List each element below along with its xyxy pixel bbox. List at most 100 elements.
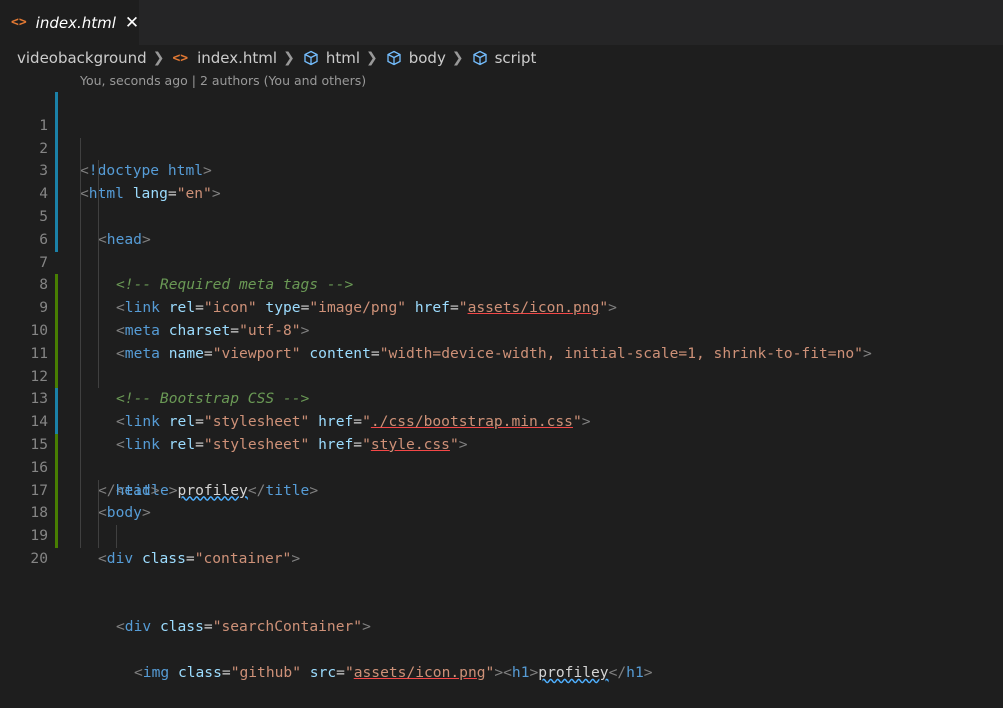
token: = xyxy=(336,663,345,681)
token: img xyxy=(142,663,170,681)
code-line: 9 <!-- Bootstrap CSS --> xyxy=(0,274,1003,407)
token: div xyxy=(106,549,134,567)
indent-guide xyxy=(80,319,81,343)
breadcrumb: videobackground ❯ <> index.html ❯ html ❯… xyxy=(0,45,1003,71)
cube-icon xyxy=(472,50,487,66)
indent-guide xyxy=(80,274,81,298)
token: > xyxy=(529,663,539,681)
breadcrumb-item-html[interactable]: html xyxy=(326,49,360,67)
tab-index-html[interactable]: <> index.html ✕ xyxy=(0,0,139,45)
breadcrumb-item-folder[interactable]: videobackground xyxy=(17,49,147,67)
code-line: 10 <link rel="stylesheet" href="./css/bo… xyxy=(0,297,1003,430)
token: = xyxy=(221,663,231,681)
modified-line-marker xyxy=(55,183,58,206)
indent-guide xyxy=(80,342,81,366)
token: " xyxy=(344,663,354,681)
added-line-marker xyxy=(55,342,58,366)
added-line-marker xyxy=(55,365,58,389)
indent-guide xyxy=(98,319,99,343)
token: < xyxy=(98,549,107,567)
token: profiley xyxy=(538,663,609,681)
code-line: 3 <head> xyxy=(0,137,1003,248)
indent-guide xyxy=(98,205,99,229)
indent-guide xyxy=(80,479,81,503)
indent-guide xyxy=(80,388,81,412)
breadcrumb-item-script[interactable]: script xyxy=(495,49,537,67)
indent-guide xyxy=(98,525,99,548)
indent-guide xyxy=(98,479,99,503)
code-line: 6 <meta charset="utf-8"> xyxy=(0,205,1003,339)
indent-guide xyxy=(98,342,99,366)
token: < xyxy=(116,618,125,636)
close-icon[interactable]: ✕ xyxy=(125,13,139,33)
indent-guide xyxy=(98,251,99,275)
cube-icon xyxy=(304,50,318,66)
indent-guide xyxy=(80,228,81,252)
indent-guide xyxy=(80,297,81,320)
git-blame-codelens[interactable]: You, seconds ago | 2 authors (You and ot… xyxy=(80,73,366,88)
modified-line-marker xyxy=(55,388,58,412)
token: < xyxy=(503,663,512,681)
token: </ xyxy=(608,663,627,681)
indent-guide xyxy=(80,251,81,275)
token: "searchContainer" xyxy=(212,618,363,636)
code-line: 20 <img class="github" src="assets/icon.… xyxy=(0,525,1003,681)
code-line: 11 <link rel="stylesheet" href="style.cs… xyxy=(0,319,1003,453)
breadcrumb-item-body[interactable]: body xyxy=(409,49,446,67)
token: h1 xyxy=(511,663,530,681)
code-line: 1 <!doctype html> xyxy=(0,92,1003,179)
token: = xyxy=(185,549,195,567)
token: > xyxy=(291,549,301,567)
indent-guide xyxy=(98,274,99,298)
link-token[interactable]: assets/icon.png xyxy=(354,664,486,681)
indent-guide xyxy=(80,525,81,548)
code-line: 5 <link rel="icon" type="image/png" href… xyxy=(0,183,1003,316)
modified-line-marker xyxy=(55,114,58,138)
token: h1 xyxy=(626,663,644,681)
tab-label: index.html xyxy=(35,13,116,32)
code-line: 15 <body> xyxy=(0,411,1003,521)
modified-line-marker xyxy=(55,137,58,161)
indent-guide xyxy=(98,183,99,206)
code-line: 12 xyxy=(0,342,1003,385)
chevron-right-icon: ❯ xyxy=(365,50,378,66)
indent-guide xyxy=(80,137,81,161)
indent-guide xyxy=(80,411,81,434)
token: > xyxy=(362,618,371,636)
added-line-marker xyxy=(55,479,58,503)
cube-icon xyxy=(387,50,401,66)
indent-guide xyxy=(98,365,99,389)
chevron-right-icon: ❯ xyxy=(152,50,165,66)
breadcrumb-item-file[interactable]: index.html xyxy=(197,49,277,67)
modified-line-marker xyxy=(55,92,58,115)
indent-guide xyxy=(80,456,81,480)
modified-line-marker xyxy=(55,228,58,252)
code-editor[interactable]: 1 <!doctype html> 2 <html lang="en"> 3 <… xyxy=(0,92,1003,681)
added-line-marker xyxy=(55,525,58,548)
modified-line-marker xyxy=(55,411,58,434)
token: class xyxy=(177,663,222,681)
token: > xyxy=(643,663,653,681)
token: = xyxy=(203,618,213,636)
indent-guide xyxy=(80,433,81,457)
code-line: 16 xyxy=(0,433,1003,476)
added-line-marker xyxy=(55,274,58,298)
token: src xyxy=(309,663,337,681)
added-line-marker xyxy=(55,319,58,343)
indent-guide xyxy=(116,525,117,548)
indent-guide xyxy=(80,365,81,389)
indent-guide xyxy=(80,205,81,229)
token: div xyxy=(124,618,152,636)
indent-guide xyxy=(80,160,81,184)
line-number: 20 xyxy=(30,549,48,567)
code-line: 19 <div class="searchContainer"> xyxy=(0,502,1003,635)
added-line-marker xyxy=(55,502,58,526)
added-line-marker xyxy=(55,456,58,480)
token: " xyxy=(485,663,495,681)
modified-line-marker xyxy=(55,160,58,184)
code-line: 7 <meta name="viewport" content="width=d… xyxy=(0,228,1003,362)
indent-guide xyxy=(98,228,99,252)
